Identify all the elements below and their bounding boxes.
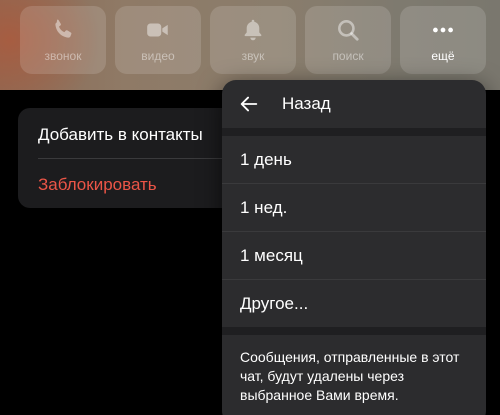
call-label: звонок xyxy=(44,49,82,63)
option-other[interactable]: Другое... xyxy=(222,280,486,327)
more-label: ещё xyxy=(431,49,455,63)
back-button[interactable]: Назад xyxy=(222,80,486,128)
video-icon xyxy=(147,23,168,37)
action-buttons-row: звонок видео звук поиск ещё xyxy=(20,6,486,74)
auto-delete-description: Сообщения, отправленные в этот чат, буду… xyxy=(240,349,460,403)
search-label: поиск xyxy=(332,49,364,63)
search-icon xyxy=(338,20,359,41)
menu-section-separator xyxy=(222,128,486,136)
menu-section-separator xyxy=(222,327,486,335)
block-user-item[interactable]: Заблокировать xyxy=(38,175,157,195)
option-1-day[interactable]: 1 день xyxy=(222,136,486,183)
more-button[interactable]: ещё xyxy=(400,6,486,74)
sound-button[interactable]: звук xyxy=(210,6,296,74)
sound-label: звук xyxy=(241,49,265,63)
video-label: видео xyxy=(141,49,175,63)
bell-icon xyxy=(244,19,262,41)
call-button[interactable]: звонок xyxy=(20,6,106,74)
chat-info-screen: звонок видео звук поиск ещё Добавить в к… xyxy=(0,0,500,415)
video-button[interactable]: видео xyxy=(115,6,201,74)
add-to-contacts-item[interactable]: Добавить в контакты xyxy=(38,125,203,145)
more-icon xyxy=(433,27,453,33)
search-button[interactable]: поиск xyxy=(305,6,391,74)
auto-delete-menu: Назад 1 день 1 нед. 1 месяц Другое... Со… xyxy=(222,80,486,415)
option-1-month[interactable]: 1 месяц xyxy=(222,232,486,279)
phone-icon xyxy=(55,19,72,38)
option-1-week[interactable]: 1 нед. xyxy=(222,184,486,231)
back-label: Назад xyxy=(282,94,331,113)
arrow-left-icon xyxy=(240,96,258,112)
